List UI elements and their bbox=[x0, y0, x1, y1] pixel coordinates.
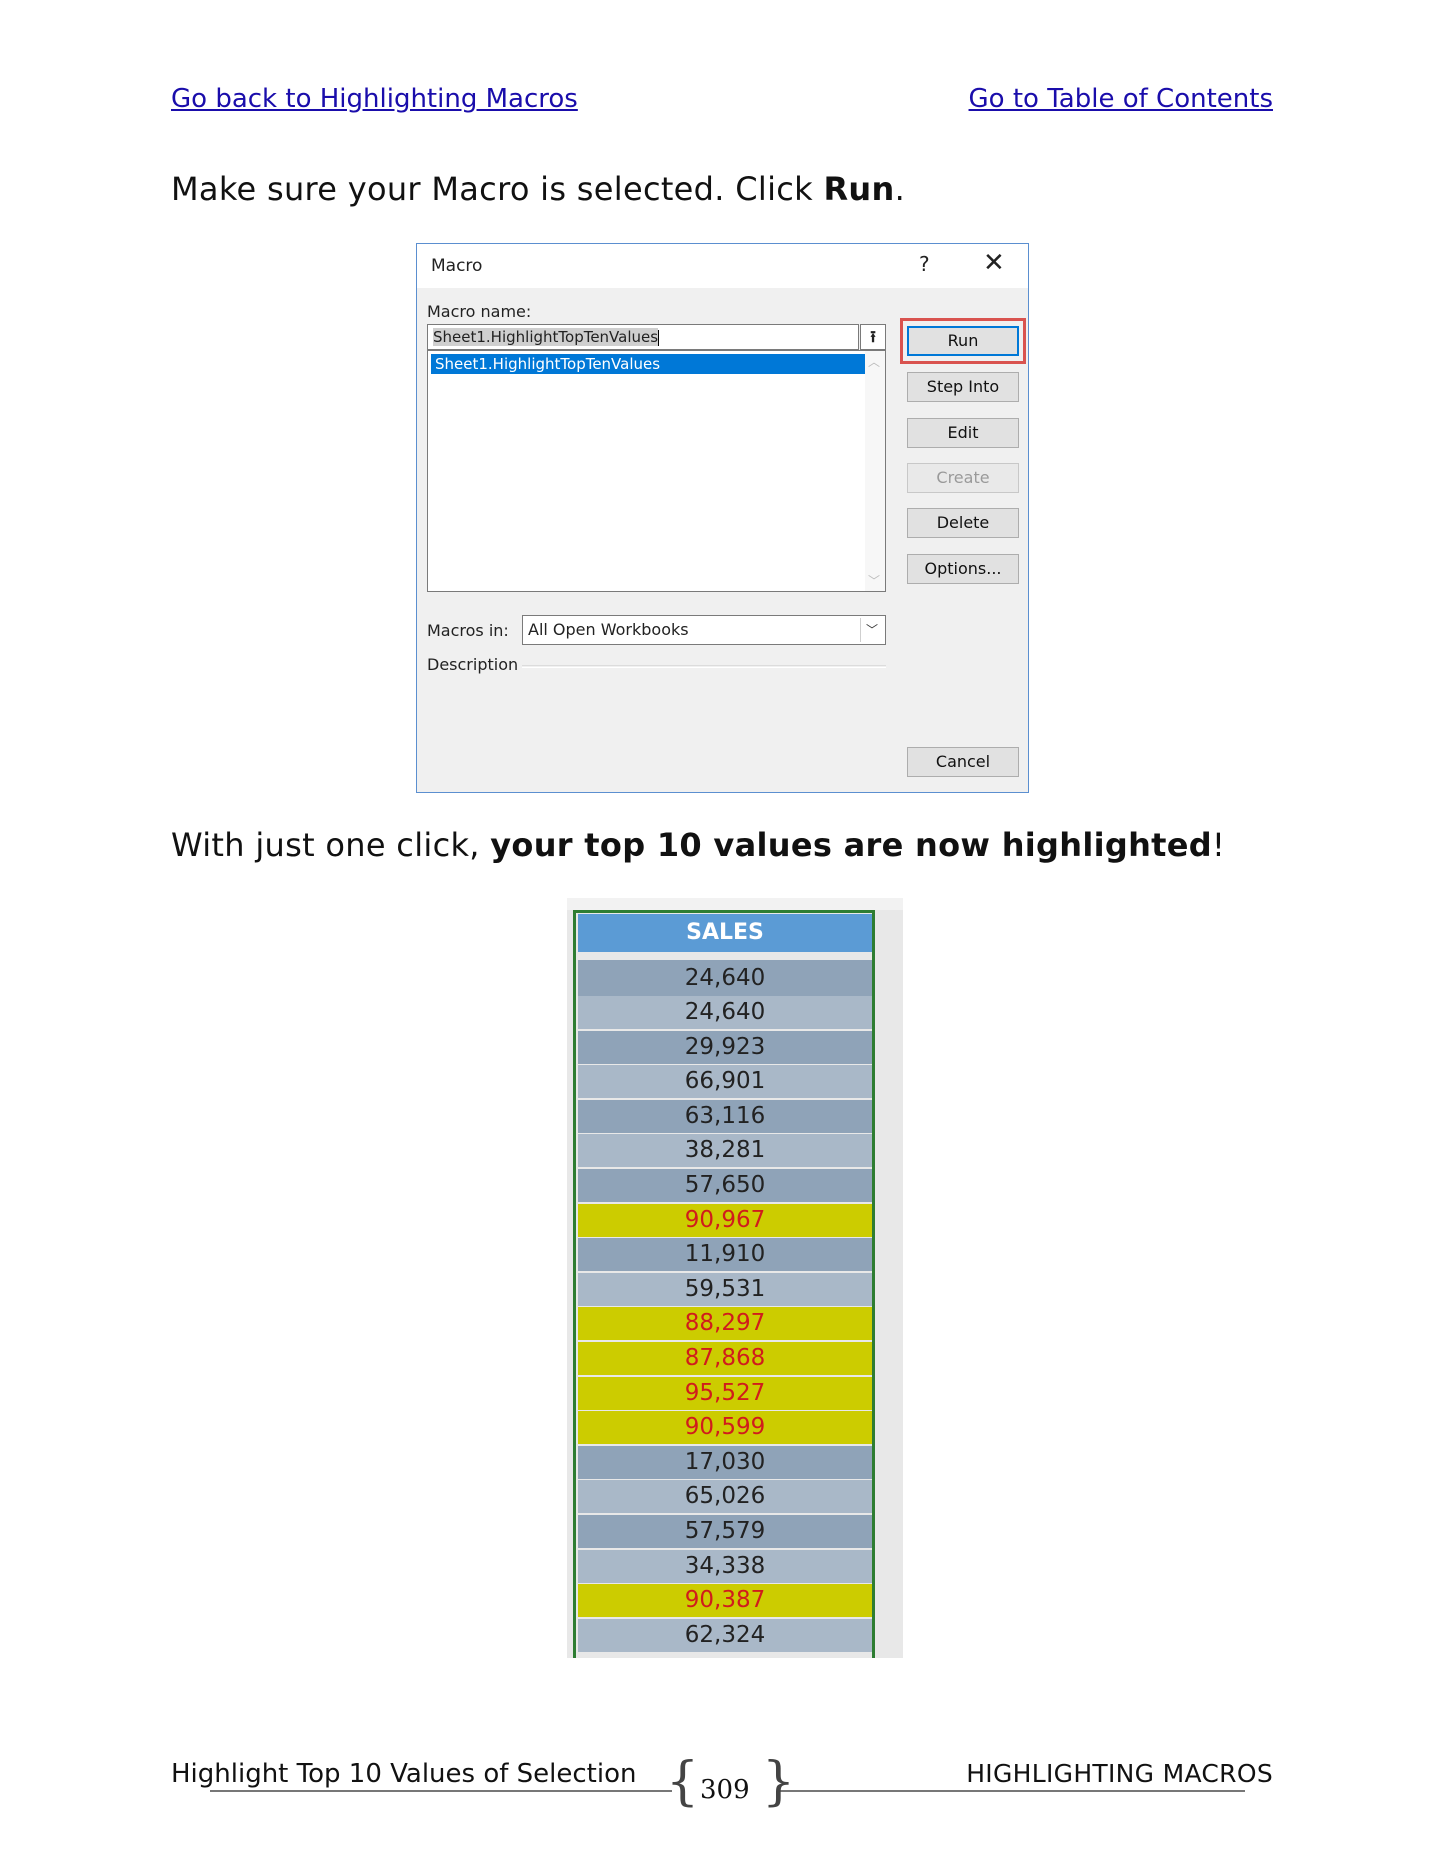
edit-button[interactable]: Edit bbox=[907, 418, 1019, 448]
create-button[interactable]: Create bbox=[907, 463, 1019, 493]
result-paragraph: With just one click, your top 10 values … bbox=[171, 826, 1225, 864]
instruction-suffix: . bbox=[894, 170, 906, 208]
macro-name-value: Sheet1.HighlightTopTenValues bbox=[433, 328, 659, 346]
sales-cell[interactable]: 57,650 bbox=[578, 1169, 872, 1202]
sales-cell[interactable]: 29,923 bbox=[578, 1031, 872, 1064]
footer-rule-left bbox=[210, 1790, 672, 1792]
column-header-strip bbox=[567, 898, 903, 910]
list-scrollbar[interactable]: ︿ ﹀ bbox=[865, 351, 885, 591]
description-divider-highlight bbox=[522, 667, 886, 668]
run-button[interactable]: Run bbox=[907, 326, 1019, 356]
cancel-button[interactable]: Cancel bbox=[907, 747, 1019, 777]
macros-in-select[interactable]: All Open Workbooks ﹀ bbox=[522, 615, 886, 645]
instruction-bold: Run bbox=[823, 170, 895, 208]
sales-cell[interactable]: 90,967 bbox=[578, 1204, 872, 1237]
sales-cell[interactable]: 57,579 bbox=[578, 1515, 872, 1548]
macro-name-label: Macro name: bbox=[427, 302, 532, 321]
footer-rule-right bbox=[780, 1790, 1245, 1792]
left-brace-ornament: { bbox=[666, 1752, 700, 1812]
page-number: 309 bbox=[700, 1775, 750, 1805]
right-brace-ornament: } bbox=[762, 1752, 796, 1812]
description-divider bbox=[522, 665, 886, 666]
dialog-titlebar: Macro ? ✕ bbox=[417, 244, 1028, 288]
result-suffix: ! bbox=[1211, 826, 1226, 864]
step-into-button[interactable]: Step Into bbox=[907, 372, 1019, 402]
dialog-title: Macro bbox=[431, 256, 483, 276]
sales-cell[interactable]: 65,026 bbox=[578, 1480, 872, 1513]
sales-cell[interactable]: 34,338 bbox=[578, 1550, 872, 1583]
scroll-up-icon[interactable]: ︿ bbox=[868, 353, 880, 370]
sales-cell[interactable]: 62,324 bbox=[578, 1619, 872, 1652]
close-icon[interactable]: ✕ bbox=[983, 248, 1005, 278]
result-text: With just one click, bbox=[171, 826, 491, 864]
help-icon[interactable]: ? bbox=[919, 252, 930, 276]
footer-section-title: Highlight Top 10 Values of Selection bbox=[171, 1759, 637, 1789]
options-button[interactable]: Options... bbox=[907, 554, 1019, 584]
sales-cell[interactable]: 88,297 bbox=[578, 1307, 872, 1340]
instruction-paragraph: Make sure your Macro is selected. Click … bbox=[171, 170, 905, 208]
macro-dialog: Macro ? ✕ Macro name: Sheet1.HighlightTo… bbox=[416, 243, 1029, 793]
macro-name-input[interactable]: Sheet1.HighlightTopTenValues bbox=[427, 324, 859, 350]
back-to-highlighting-macros-link[interactable]: Go back to Highlighting Macros bbox=[171, 84, 578, 114]
chevron-down-icon[interactable]: ﹀ bbox=[860, 618, 883, 642]
macros-in-value: All Open Workbooks bbox=[528, 620, 689, 639]
sales-cell[interactable]: 87,868 bbox=[578, 1342, 872, 1375]
result-bold: your top 10 values are now highlighted bbox=[490, 826, 1212, 864]
table-of-contents-link[interactable]: Go to Table of Contents bbox=[969, 84, 1273, 114]
sales-cell[interactable]: 17,030 bbox=[578, 1446, 872, 1479]
sales-cell[interactable]: 90,599 bbox=[578, 1411, 872, 1444]
sales-cell[interactable]: 90,387 bbox=[578, 1584, 872, 1617]
macros-in-label: Macros in: bbox=[427, 621, 509, 640]
footer-chapter-title: HIGHLIGHTING MACROS bbox=[966, 1759, 1273, 1788]
sales-cell[interactable]: 24,640 bbox=[578, 960, 872, 996]
macro-list-item[interactable]: Sheet1.HighlightTopTenValues bbox=[431, 354, 865, 374]
sales-cell[interactable]: 24,640 bbox=[578, 996, 872, 1029]
delete-button[interactable]: Delete bbox=[907, 508, 1019, 538]
upload-arrow-icon[interactable]: ⭱ bbox=[860, 324, 886, 350]
sales-cell[interactable]: 38,281 bbox=[578, 1134, 872, 1167]
sales-cell[interactable]: 63,116 bbox=[578, 1100, 872, 1133]
sales-cell[interactable]: 59,531 bbox=[578, 1273, 872, 1306]
macro-list[interactable]: Sheet1.HighlightTopTenValues ︿ ﹀ bbox=[427, 350, 886, 592]
sales-cell[interactable]: 95,527 bbox=[578, 1377, 872, 1410]
description-label: Description bbox=[427, 655, 519, 674]
sales-cell[interactable]: 66,901 bbox=[578, 1065, 872, 1098]
scroll-down-icon[interactable]: ﹀ bbox=[868, 572, 880, 589]
sales-cell[interactable]: 11,910 bbox=[578, 1238, 872, 1271]
sales-spreadsheet: SALES 24,640 24,640 29,923 66,901 63,116 38,2… bbox=[567, 898, 903, 1658]
sales-column-header[interactable]: SALES bbox=[578, 914, 872, 952]
text-caret bbox=[658, 329, 660, 346]
instruction-text: Make sure your Macro is selected. Click bbox=[171, 170, 824, 208]
